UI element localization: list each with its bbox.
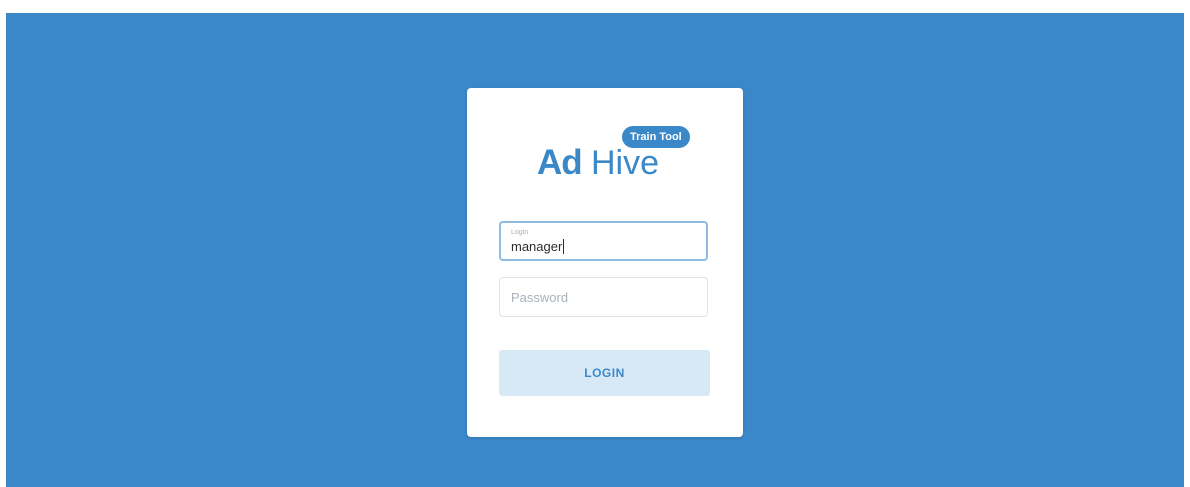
login-label: Login: [511, 229, 529, 236]
login-field[interactable]: Login manager: [499, 221, 708, 261]
login-input[interactable]: manager: [511, 239, 565, 254]
adhive-logo: Train Tool Ad Hive: [537, 126, 697, 186]
text-caret: [563, 239, 565, 254]
logo-ad-text: Ad: [537, 143, 583, 182]
password-placeholder: Password: [511, 290, 569, 305]
logo-hive-text: Hive: [591, 144, 660, 182]
login-value: manager: [511, 239, 563, 254]
login-card: Train Tool Ad Hive Login manager Passwor…: [467, 88, 743, 437]
password-field[interactable]: Password: [499, 277, 708, 317]
login-button[interactable]: LOGIN: [499, 350, 710, 396]
login-screen: Train Tool Ad Hive Login manager Passwor…: [6, 13, 1184, 487]
